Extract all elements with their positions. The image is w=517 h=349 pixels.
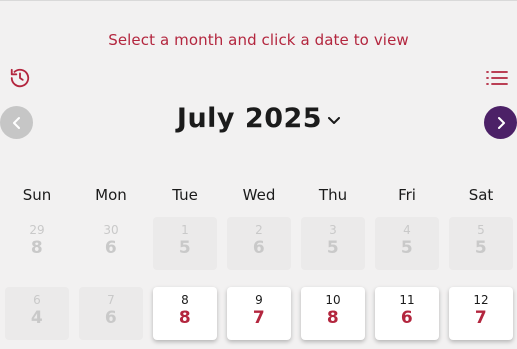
day-cell-10[interactable]: 10 8 xyxy=(301,287,365,340)
day-number: 8 xyxy=(181,293,189,307)
day-number: 9 xyxy=(255,293,263,307)
day-value: 5 xyxy=(326,238,340,258)
day-number: 4 xyxy=(403,223,411,237)
day-cell-2: 2 6 xyxy=(227,217,291,270)
list-icon xyxy=(486,71,508,85)
chevron-right-icon xyxy=(497,116,505,129)
day-value: 8 xyxy=(30,238,44,258)
day-number: 7 xyxy=(107,293,115,307)
weekday-sat: Sat xyxy=(468,186,494,204)
day-number: 30 xyxy=(103,223,119,237)
weekday-tue: Tue xyxy=(172,186,198,204)
day-cell-9[interactable]: 9 7 xyxy=(227,287,291,340)
next-month-button[interactable] xyxy=(484,106,517,139)
day-number: 11 xyxy=(399,293,415,307)
day-value: 6 xyxy=(104,238,118,258)
day-cell-29: 29 8 xyxy=(5,217,69,270)
day-cell-4: 4 5 xyxy=(375,217,439,270)
day-number: 10 xyxy=(325,293,341,307)
day-value: 5 xyxy=(400,238,414,258)
day-cell-7: 7 6 xyxy=(79,287,143,340)
day-cell-1: 1 5 xyxy=(153,217,217,270)
day-value: 5 xyxy=(474,238,488,258)
day-number: 6 xyxy=(33,293,41,307)
weekday-thu: Thu xyxy=(318,186,348,204)
weekday-mon: Mon xyxy=(95,186,127,204)
day-number: 29 xyxy=(29,223,45,237)
day-cell-3: 3 5 xyxy=(301,217,365,270)
weekday-fri: Fri xyxy=(398,186,416,204)
day-cell-12[interactable]: 12 7 xyxy=(449,287,513,340)
chevron-down-icon xyxy=(328,116,341,124)
instruction-text: Select a month and click a date to view xyxy=(108,31,409,49)
day-cell-11[interactable]: 11 6 xyxy=(375,287,439,340)
day-number: 2 xyxy=(255,223,263,237)
month-selector: July 2025 xyxy=(0,103,517,134)
day-value: 5 xyxy=(178,238,192,258)
month-dropdown[interactable]: July 2025 xyxy=(176,103,341,134)
day-cell-30: 30 6 xyxy=(79,217,143,270)
day-cell-6: 6 4 xyxy=(5,287,69,340)
day-value: 6 xyxy=(400,308,414,328)
history-button[interactable] xyxy=(9,67,31,89)
day-number: 3 xyxy=(329,223,337,237)
day-value: 7 xyxy=(474,308,488,328)
history-icon xyxy=(10,68,30,88)
day-cell-5: 5 5 xyxy=(449,217,513,270)
day-value: 6 xyxy=(252,238,266,258)
day-value: 4 xyxy=(30,308,44,328)
weekday-sun: Sun xyxy=(22,186,52,204)
day-value: 8 xyxy=(326,308,340,328)
day-cell-8[interactable]: 8 8 xyxy=(153,287,217,340)
day-number: 5 xyxy=(477,223,485,237)
month-title: July 2025 xyxy=(176,103,323,134)
day-value: 6 xyxy=(104,308,118,328)
day-number: 12 xyxy=(473,293,489,307)
list-view-button[interactable] xyxy=(486,69,508,87)
day-number: 1 xyxy=(181,223,189,237)
top-divider xyxy=(0,0,517,1)
day-value: 8 xyxy=(178,308,192,328)
day-value: 7 xyxy=(252,308,266,328)
weekday-wed: Wed xyxy=(242,186,276,204)
weekday-header: Sun Mon Tue Wed Thu Fri Sat xyxy=(0,186,517,206)
